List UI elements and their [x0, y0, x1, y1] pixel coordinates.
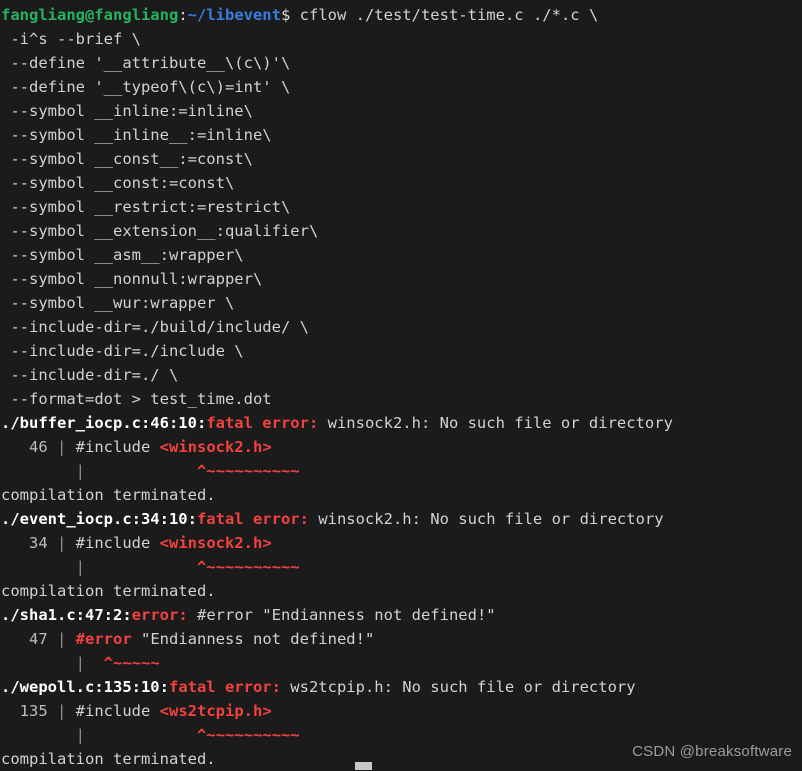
command-continuation-line: --include-dir=./ \: [0, 363, 802, 387]
diagnostic-header: ./wepoll.c:135:10:fatal error: ws2tcpip.…: [0, 675, 802, 699]
csdn-watermark: CSDN @breaksoftware: [632, 743, 792, 760]
diagnostic-severity: error:: [131, 606, 188, 624]
command-text: --include-dir=./include \: [1, 342, 244, 360]
diagnostic-location: ./wepoll.c:135:10:: [1, 678, 169, 696]
command-text: --symbol __const:=const\: [1, 174, 235, 192]
command-text: --symbol __restrict:=restrict\: [1, 198, 291, 216]
command-continuation-line: --symbol __asm__:wrapper\: [0, 243, 802, 267]
caret-marker: ^~~~~~~~~~~: [196, 726, 300, 744]
source-code-highlight: <winsock2.h>: [159, 438, 272, 456]
diagnostic-source-line: 47 | #error "Endianness not defined!": [0, 627, 802, 651]
command-continuation-line: --symbol __wur:wrapper \: [0, 291, 802, 315]
diagnostic-location: ./sha1.c:47:2:: [1, 606, 132, 624]
caret-marker: ^~~~~~~~~~~: [196, 558, 300, 576]
command-continuation-line: --define '__typeof\(c\)=int' \: [0, 75, 802, 99]
source-code-highlight: <ws2tcpip.h>: [159, 702, 272, 720]
diagnostic-severity: fatal error:: [168, 678, 281, 696]
diagnostic-severity: fatal error:: [206, 414, 319, 432]
caret-marker: ^~~~~~~~~~~: [196, 462, 300, 480]
command-text: -i^s --brief \: [1, 30, 141, 48]
source-code-text: #include: [75, 534, 160, 552]
diagnostic-marker-line: | ^~~~~~~~~~~: [0, 459, 802, 483]
diagnostic-source-line: 34 | #include <winsock2.h>: [0, 531, 802, 555]
command-text: --symbol __wur:wrapper \: [1, 294, 235, 312]
gutter-bar: |: [1, 654, 104, 672]
command-continuation-line: --symbol __inline__:=inline\: [0, 123, 802, 147]
diagnostic-marker-line: | ^~~~~~: [0, 651, 802, 675]
command-continuation-line: --symbol __const:=const\: [0, 171, 802, 195]
command-continuation-line: --symbol __restrict:=restrict\: [0, 195, 802, 219]
diagnostic-severity: fatal error:: [196, 510, 309, 528]
command-continuation-line: --symbol __const__:=const\: [0, 147, 802, 171]
source-line-number: 47: [1, 630, 48, 648]
command-continuation-line: --include-dir=./include \: [0, 339, 802, 363]
terminated-text: compilation terminated.: [1, 486, 216, 504]
diagnostic-header: ./buffer_iocp.c:46:10:fatal error: winso…: [0, 411, 802, 435]
source-code-text: #include: [75, 702, 160, 720]
command-continuation-line: --symbol __inline:=inline\: [0, 99, 802, 123]
command-text: --define '__attribute__\(c\)'\: [1, 54, 291, 72]
prompt-user-host: fangliang@fangliang: [1, 6, 179, 24]
command-text: --format=dot > test_time.dot: [1, 390, 272, 408]
text-cursor: [355, 762, 372, 770]
command-text: --include-dir=./build/include/ \: [1, 318, 309, 336]
source-code-highlight: <winsock2.h>: [159, 534, 272, 552]
prompt-path: ~/libevent: [187, 6, 281, 24]
command-continuation-line: --symbol __extension__:qualifier\: [0, 219, 802, 243]
terminated-text: compilation terminated.: [1, 582, 216, 600]
command-continuation-line: --format=dot > test_time.dot: [0, 387, 802, 411]
source-line-number: 34: [1, 534, 48, 552]
command-continuation-line: --symbol __nonnull:wrapper\: [0, 267, 802, 291]
gutter-bar: |: [1, 462, 197, 480]
diagnostic-marker-line: | ^~~~~~~~~~~: [0, 555, 802, 579]
source-code-suffix: "Endianness not defined!": [131, 630, 375, 648]
prompt-separator: :: [178, 6, 188, 24]
source-line-number: 46: [1, 438, 48, 456]
command-text: --symbol __inline__:=inline\: [1, 126, 272, 144]
command-text: cflow ./test/test-time.c ./*.c \: [299, 6, 599, 24]
diagnostic-terminated: compilation terminated.: [0, 483, 802, 507]
gutter-bar: |: [1, 726, 197, 744]
gutter-bar: |: [47, 702, 76, 720]
command-text: --symbol __const__:=const\: [1, 150, 253, 168]
diagnostic-location: ./buffer_iocp.c:46:10:: [1, 414, 207, 432]
command-continuation-line: --include-dir=./build/include/ \: [0, 315, 802, 339]
prompt-line: fangliang@fangliang:~/libevent$ cflow ./…: [0, 3, 802, 27]
diagnostic-message: ws2tcpip.h: No such file or directory: [280, 678, 636, 696]
source-code-highlight: #error: [75, 630, 132, 648]
command-text: --symbol __asm__:wrapper\: [1, 246, 244, 264]
command-text: --include-dir=./ \: [1, 366, 179, 384]
command-text: --symbol __extension__:qualifier\: [1, 222, 319, 240]
terminal-window[interactable]: fangliang@fangliang:~/libevent$ cflow ./…: [0, 0, 802, 771]
source-code-text: #include: [75, 438, 160, 456]
diagnostic-header: ./sha1.c:47:2:error: #error "Endianness …: [0, 603, 802, 627]
diagnostic-message: winsock2.h: No such file or directory: [318, 414, 673, 432]
command-text: --symbol __inline:=inline\: [1, 102, 253, 120]
gutter-bar: |: [47, 438, 76, 456]
diagnostic-source-line: 46 | #include <winsock2.h>: [0, 435, 802, 459]
diagnostic-message: winsock2.h: No such file or directory: [308, 510, 664, 528]
diagnostic-source-line: 135 | #include <ws2tcpip.h>: [0, 699, 802, 723]
gutter-bar: |: [1, 558, 197, 576]
command-text: --define '__typeof\(c\)=int' \: [1, 78, 291, 96]
command-text: --symbol __nonnull:wrapper\: [1, 270, 263, 288]
diagnostic-header: ./event_iocp.c:34:10:fatal error: winsoc…: [0, 507, 802, 531]
prompt-sigil: $: [280, 6, 300, 24]
terminated-text: compilation terminated.: [1, 750, 216, 768]
source-line-number: 135: [1, 702, 48, 720]
gutter-bar: |: [47, 630, 76, 648]
gutter-bar: |: [47, 534, 76, 552]
diagnostic-terminated: compilation terminated.: [0, 579, 802, 603]
command-continuation-line: -i^s --brief \: [0, 27, 802, 51]
diagnostic-location: ./event_iocp.c:34:10:: [1, 510, 197, 528]
diagnostic-message: #error "Endianness not defined!": [187, 606, 496, 624]
caret-marker: ^~~~~~: [103, 654, 160, 672]
command-continuation-line: --define '__attribute__\(c\)'\: [0, 51, 802, 75]
